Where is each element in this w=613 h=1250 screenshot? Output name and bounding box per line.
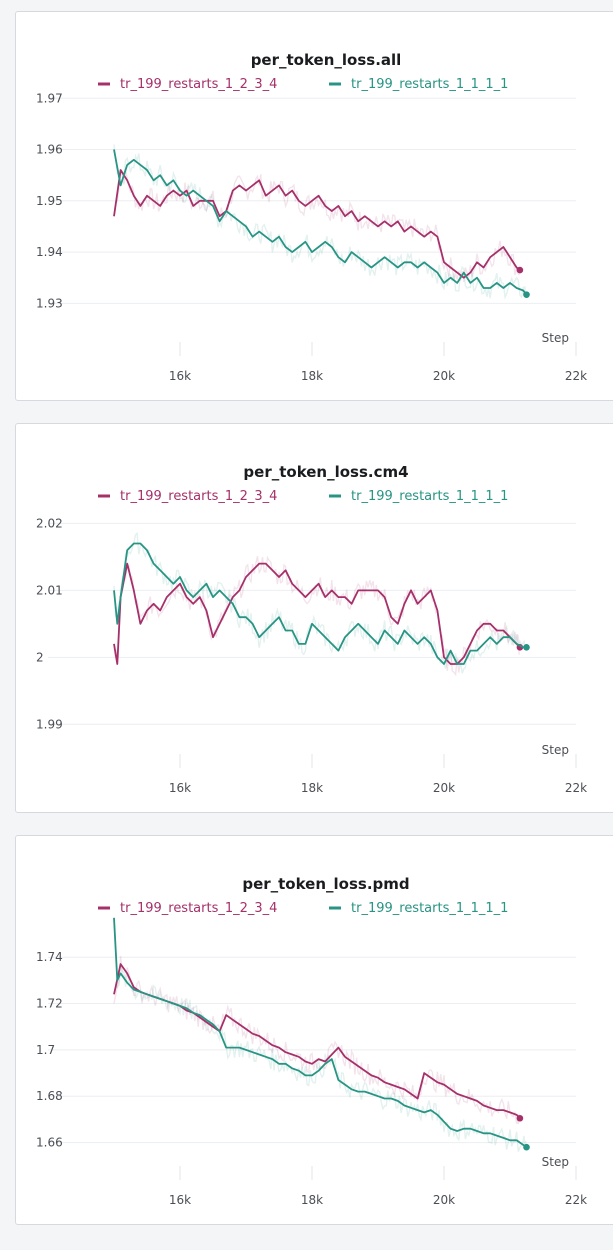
series-line bbox=[113, 169, 521, 279]
chart-title: per_token_loss.cm4 bbox=[243, 463, 408, 481]
legend-item[interactable]: tr_199_restarts_1_1_1_1 bbox=[329, 901, 508, 916]
y-tick-label: 1.99 bbox=[36, 717, 63, 731]
y-tick-label: 1.94 bbox=[36, 245, 63, 259]
legend-item[interactable]: tr_199_restarts_1_2_3_4 bbox=[98, 77, 277, 92]
y-tick-label: 2.01 bbox=[36, 583, 63, 597]
legend-label: tr_199_restarts_1_1_1_1 bbox=[351, 901, 508, 916]
y-tick-label: 1.96 bbox=[36, 143, 63, 157]
series-raw-trace bbox=[113, 144, 527, 300]
y-tick-label: 1.68 bbox=[36, 1089, 63, 1103]
series-end-point bbox=[523, 291, 530, 298]
y-tick-label: 1.66 bbox=[36, 1136, 63, 1150]
y-tick-label: 2 bbox=[36, 650, 44, 664]
y-tick-label: 1.93 bbox=[36, 296, 63, 310]
y-tick-label: 1.7 bbox=[36, 1043, 55, 1057]
legend-label: tr_199_restarts_1_2_3_4 bbox=[120, 901, 277, 916]
x-tick-label: 20k bbox=[433, 781, 455, 795]
x-tick-label: 20k bbox=[433, 1193, 455, 1207]
series-line bbox=[113, 542, 527, 665]
x-tick-label: 16k bbox=[169, 781, 191, 795]
legend-label: tr_199_restarts_1_1_1_1 bbox=[351, 77, 508, 92]
y-tick-label: 2.02 bbox=[36, 516, 63, 530]
y-tick-label: 1.95 bbox=[36, 194, 63, 208]
legend-label: tr_199_restarts_1_2_3_4 bbox=[120, 489, 277, 504]
series-end-point bbox=[523, 643, 530, 651]
series-raw-trace bbox=[113, 955, 520, 1125]
legend-label: tr_199_restarts_1_2_3_4 bbox=[120, 77, 277, 92]
x-tick-label: 18k bbox=[301, 1193, 323, 1207]
x-tick-label: 18k bbox=[301, 369, 323, 383]
series-raw-trace bbox=[113, 555, 520, 677]
chart-all: 1.93 1.94 1.95 1.96 1.97 16k 18k 20k 22k Step per_… bbox=[36, 51, 587, 383]
x-tick-label: 22k bbox=[565, 369, 587, 383]
x-tick-label: 18k bbox=[301, 781, 323, 795]
series-raw-trace bbox=[113, 920, 527, 1152]
series-end-point bbox=[523, 1143, 530, 1151]
series-line bbox=[113, 963, 521, 1119]
series-end-point bbox=[516, 266, 524, 274]
x-axis-label: Step bbox=[542, 743, 569, 757]
x-tick-label: 16k bbox=[169, 1193, 191, 1207]
chart-title: per_token_loss.all bbox=[251, 51, 402, 69]
chart-panel-all: 1.93 1.94 1.95 1.96 1.97 16k 18k 20k 22k Step per_… bbox=[15, 11, 613, 401]
series-raw-trace bbox=[113, 169, 520, 283]
legend-item[interactable]: tr_199_restarts_1_1_1_1 bbox=[329, 77, 508, 92]
x-axis-label: Step bbox=[542, 331, 569, 345]
x-tick-label: 22k bbox=[565, 1193, 587, 1207]
y-tick-label: 1.74 bbox=[36, 950, 63, 964]
y-tick-label: 1.97 bbox=[36, 91, 63, 105]
legend-item[interactable]: tr_199_restarts_1_2_3_4 bbox=[98, 901, 277, 916]
x-tick-label: 22k bbox=[565, 781, 587, 795]
chart-panel-pmd: 1.66 1.68 1.7 1.72 1.74 16k 18k 20k 22k Step per_t… bbox=[15, 835, 613, 1225]
chart-pmd: 1.66 1.68 1.7 1.72 1.74 16k 18k 20k 22k Step per_t… bbox=[36, 875, 587, 1207]
x-tick-label: 16k bbox=[169, 369, 191, 383]
legend-item[interactable]: tr_199_restarts_1_1_1_1 bbox=[329, 489, 508, 504]
chart-panel-cm4: 1.99 2 2.01 2.02 16k 18k 20k 22k Step per_token_l… bbox=[15, 423, 613, 813]
chart-title: per_token_loss.pmd bbox=[242, 875, 409, 893]
y-tick-label: 1.72 bbox=[36, 997, 63, 1011]
legend-item[interactable]: tr_199_restarts_1_2_3_4 bbox=[98, 489, 277, 504]
series-line bbox=[113, 917, 528, 1148]
chart-cm4: 1.99 2 2.01 2.02 16k 18k 20k 22k Step per_token_l… bbox=[36, 463, 587, 795]
x-tick-label: 20k bbox=[433, 369, 455, 383]
series-line bbox=[113, 149, 528, 296]
series-end-point bbox=[516, 1114, 524, 1122]
legend-label: tr_199_restarts_1_1_1_1 bbox=[351, 489, 508, 504]
x-axis-label: Step bbox=[542, 1155, 569, 1169]
